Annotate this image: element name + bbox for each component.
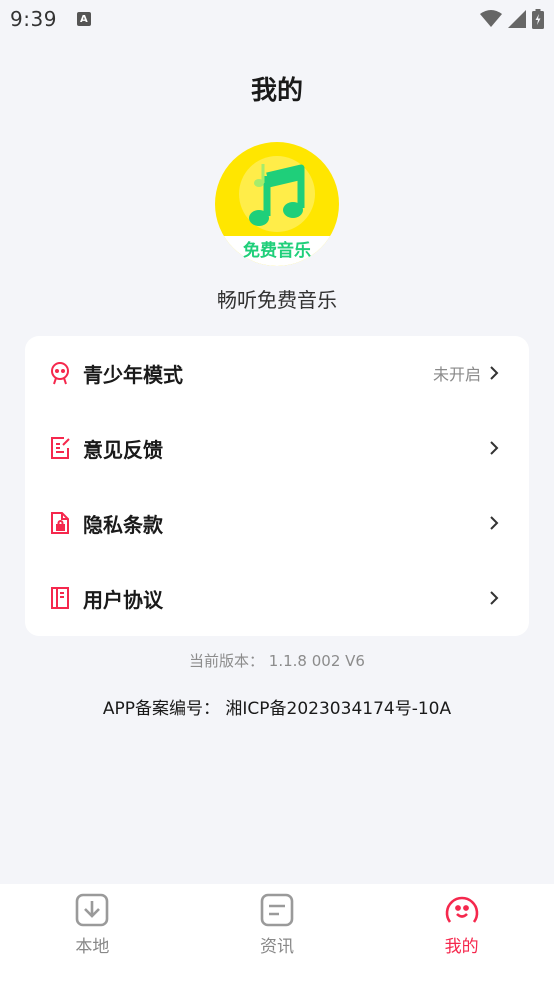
menu-item-privacy[interactable]: 隐私条款	[25, 486, 529, 560]
tab-label-news: 资讯	[260, 937, 294, 957]
menu-card: 青少年模式 未开启 意见反馈 隐私条款 用户协议	[25, 336, 529, 636]
chevron-right-icon	[489, 439, 503, 457]
notification-a-icon: A	[76, 12, 91, 26]
chevron-right-icon	[489, 364, 503, 382]
menu-item-agreement[interactable]: 用户协议	[25, 561, 529, 635]
app-logo: 免费音乐	[215, 142, 339, 266]
page-title: 我的	[250, 76, 303, 106]
tab-news[interactable]: 资讯	[185, 884, 370, 984]
icp-text: APP备案编号： 湘ICP备2023034174号-10A	[102, 699, 452, 719]
teen-mode-icon	[47, 360, 73, 386]
version-text: 当前版本： 1.1.8 002 V6	[189, 652, 365, 670]
status-time: 9:39	[10, 7, 57, 31]
agreement-icon	[47, 585, 73, 611]
signal-icon	[508, 10, 526, 28]
status-bar: 9:39 A	[0, 0, 554, 38]
tab-label-mine: 我的	[444, 937, 479, 957]
app-name: 畅听免费音乐	[217, 288, 337, 312]
tab-local[interactable]: 本地	[0, 884, 185, 984]
chevron-right-icon	[489, 589, 503, 607]
tab-mine[interactable]: 我的	[369, 884, 554, 984]
download-icon	[76, 893, 109, 927]
status-icons	[480, 9, 544, 29]
menu-label-teen-mode: 青少年模式	[83, 362, 183, 387]
battery-icon	[532, 9, 544, 29]
tab-label-local: 本地	[75, 937, 110, 957]
feedback-icon	[47, 435, 73, 461]
wifi-icon	[480, 10, 502, 27]
menu-item-teen-mode[interactable]: 青少年模式 未开启	[25, 336, 529, 410]
menu-label-feedback: 意见反馈	[83, 437, 163, 462]
menu-item-feedback[interactable]: 意见反馈	[25, 411, 529, 485]
menu-label-agreement: 用户协议	[83, 587, 163, 612]
privacy-icon	[47, 510, 73, 536]
menu-label-privacy: 隐私条款	[83, 512, 163, 537]
bottom-tab-bar: 本地 资讯 我的	[0, 884, 554, 984]
teen-mode-status: 未开启	[432, 365, 481, 384]
profile-face-icon	[445, 896, 478, 923]
logo-text: 免费音乐	[243, 240, 311, 261]
news-icon	[260, 893, 294, 927]
chevron-right-icon	[489, 514, 503, 532]
